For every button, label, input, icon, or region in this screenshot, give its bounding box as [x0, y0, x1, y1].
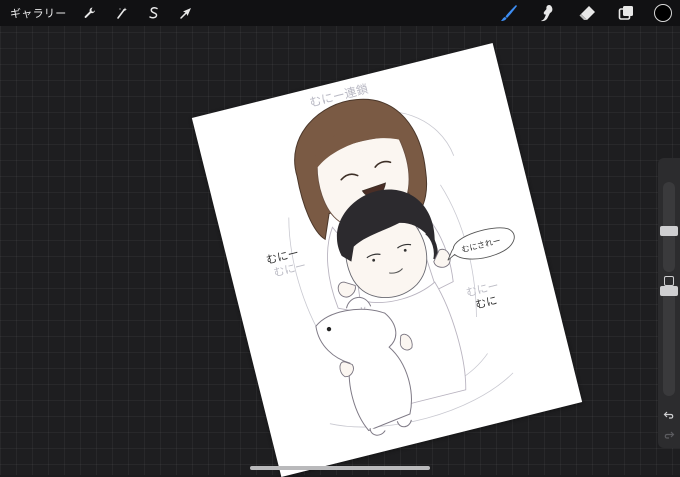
- selection-s-icon[interactable]: [145, 4, 163, 22]
- opacity-slider[interactable]: [660, 286, 678, 396]
- layers-icon[interactable]: [615, 2, 637, 24]
- wrench-icon[interactable]: [81, 4, 99, 22]
- brush-icon[interactable]: [498, 2, 520, 24]
- top-toolbar: ギャラリー: [0, 0, 680, 26]
- eraser-icon[interactable]: [576, 2, 598, 24]
- color-swatch[interactable]: [654, 4, 672, 22]
- modify-square-icon[interactable]: [664, 276, 674, 286]
- right-sidebar: [658, 158, 680, 448]
- magic-wand-icon[interactable]: [113, 4, 131, 22]
- smudge-icon[interactable]: [537, 2, 559, 24]
- brush-size-slider-thumb[interactable]: [660, 226, 678, 236]
- gallery-button[interactable]: ギャラリー: [10, 5, 67, 21]
- home-indicator[interactable]: [250, 466, 430, 470]
- arrow-cursor-icon[interactable]: [177, 4, 195, 22]
- redo-icon[interactable]: [662, 428, 676, 442]
- opacity-slider-thumb[interactable]: [660, 286, 678, 296]
- brush-size-slider[interactable]: [660, 182, 678, 272]
- toolbar-right-group: [498, 0, 680, 26]
- undo-icon[interactable]: [662, 408, 676, 422]
